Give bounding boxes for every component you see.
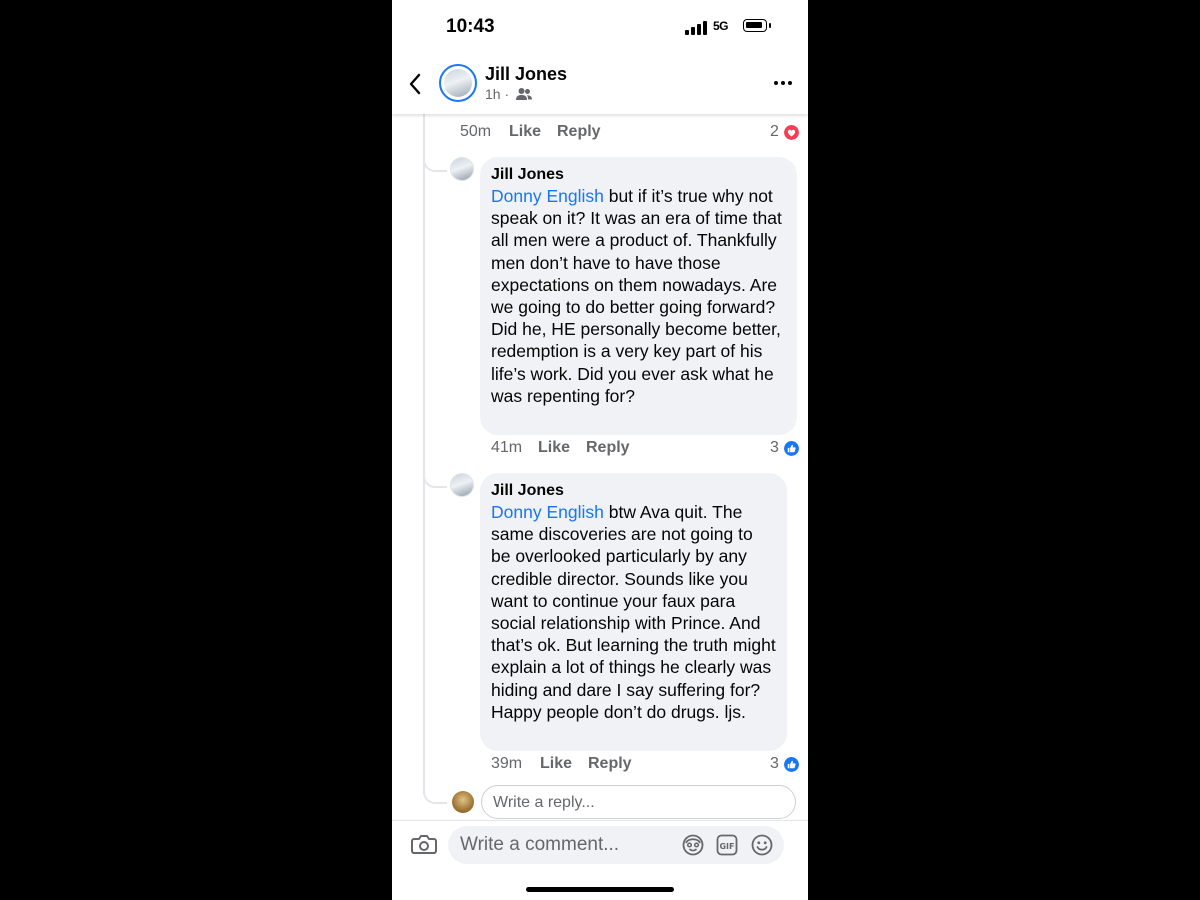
reply-author[interactable]: Jill Jones xyxy=(491,165,786,185)
love-reaction-icon xyxy=(784,125,799,140)
svg-text:GIF: GIF xyxy=(719,842,734,851)
thread-line xyxy=(423,114,425,794)
comment-input[interactable]: Write a comment... GIF xyxy=(448,826,784,864)
status-time: 10:43 xyxy=(446,16,495,37)
meta-separator: · xyxy=(504,86,510,102)
like-button[interactable]: Like xyxy=(509,123,541,141)
comment-composer: Write a comment... GIF xyxy=(392,820,808,900)
signal-icon xyxy=(685,21,707,35)
reply-button[interactable]: Reply xyxy=(557,123,601,141)
network-indicator: 5G xyxy=(713,19,729,33)
current-user-avatar xyxy=(452,791,474,813)
reply-bubble: Jill Jones Donny English btw Ava quit. T… xyxy=(480,473,787,751)
reply-time: 39m xyxy=(491,755,523,772)
post-meta: 1h · xyxy=(485,86,509,102)
reply-input[interactable]: Write a reply... xyxy=(481,785,796,819)
mention-link[interactable]: Donny English xyxy=(491,502,604,522)
friends-audience-icon xyxy=(516,88,532,100)
reply-branch xyxy=(423,788,447,804)
comment-placeholder: Write a comment... xyxy=(460,834,620,855)
avatar-sticker-icon[interactable] xyxy=(682,834,704,856)
reply-time: 41m xyxy=(491,439,523,456)
battery-icon xyxy=(743,19,767,32)
like-reaction-icon xyxy=(784,441,799,456)
reply-branch xyxy=(423,472,447,488)
header-author-name[interactable]: Jill Jones xyxy=(485,64,567,85)
reply-avatar[interactable] xyxy=(450,157,474,181)
reply-body: but if it’s true why not speak on it? It… xyxy=(491,186,782,406)
status-bar: 10:43 5G xyxy=(392,0,808,56)
reply-button[interactable]: Reply xyxy=(586,439,630,457)
battery-tip xyxy=(769,23,771,28)
reaction-count-value: 3 xyxy=(770,439,779,456)
gif-icon[interactable]: GIF xyxy=(716,834,738,856)
reply-body: btw Ava quit. The same discoveries are n… xyxy=(491,502,776,722)
like-button[interactable]: Like xyxy=(540,755,572,773)
like-button[interactable]: Like xyxy=(538,439,570,457)
reply-avatar[interactable] xyxy=(450,473,474,497)
comment-time: 50m xyxy=(460,123,492,140)
reaction-count-value: 3 xyxy=(770,755,779,772)
reply-text: Donny English btw Ava quit. The same dis… xyxy=(491,501,776,723)
reaction-count-value: 2 xyxy=(770,123,779,140)
like-reaction-icon xyxy=(784,757,799,772)
back-icon[interactable] xyxy=(406,72,426,96)
home-indicator[interactable] xyxy=(526,887,674,892)
comments-thread: 50m Like Reply 2 Jill Jones Donny Englis… xyxy=(392,114,808,820)
post-header: Jill Jones 1h · xyxy=(392,56,808,114)
emoji-icon[interactable] xyxy=(751,834,773,856)
mention-link[interactable]: Donny English xyxy=(491,186,604,206)
phone-screen: 10:43 5G Jill Jones 1h · 50m Like Reply … xyxy=(392,0,808,900)
reply-author[interactable]: Jill Jones xyxy=(491,481,776,501)
reply-bubble: Jill Jones Donny English but if it’s tru… xyxy=(480,157,797,435)
more-options-icon[interactable] xyxy=(774,81,794,87)
reply-button[interactable]: Reply xyxy=(588,755,632,773)
camera-icon[interactable] xyxy=(411,833,437,855)
reply-branch xyxy=(423,156,447,172)
reply-text: Donny English but if it’s true why not s… xyxy=(491,185,786,407)
profile-avatar[interactable] xyxy=(439,64,477,102)
post-age: 1h xyxy=(485,86,501,102)
